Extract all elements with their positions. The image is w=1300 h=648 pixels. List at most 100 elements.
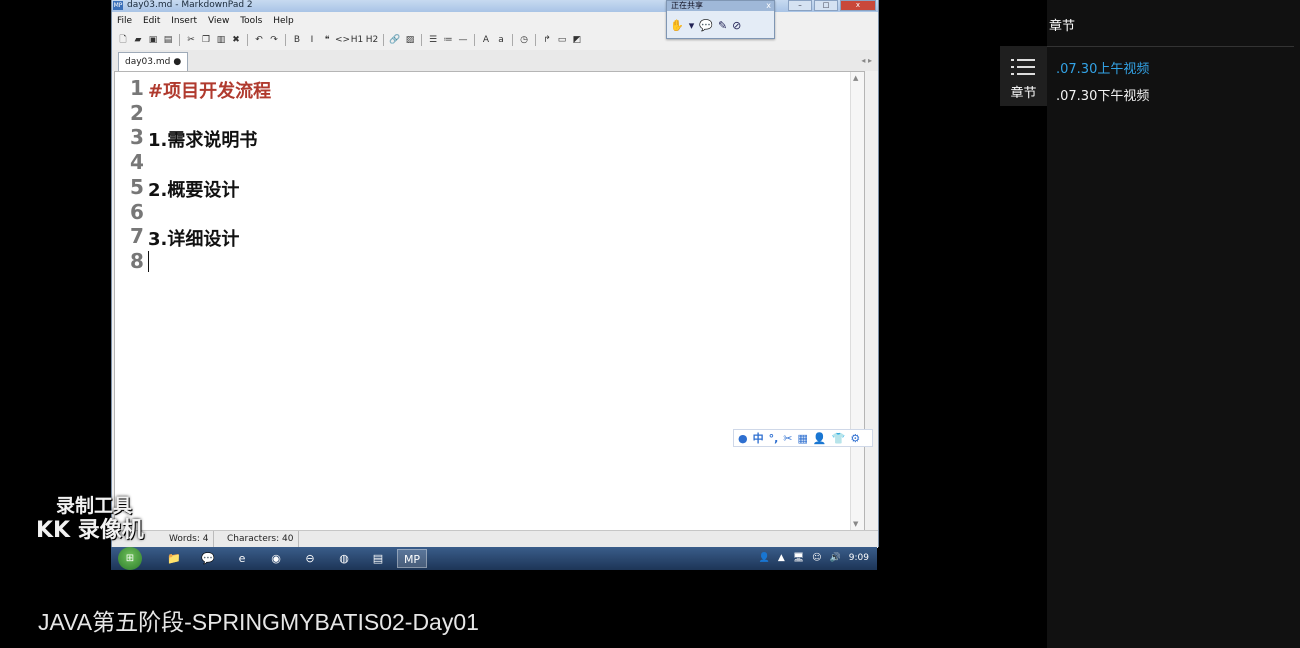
bullet-list-icon[interactable]: ☰	[426, 33, 440, 47]
bold-icon[interactable]: B	[290, 33, 304, 47]
toolbar-separator	[474, 34, 475, 46]
chapter-panel: 章节 .07.30上午视频 .07.30下午视频	[1047, 0, 1300, 648]
stop-sharing-icon[interactable]: ⊘	[732, 19, 741, 32]
taskbar-chrome-icon[interactable]: ◉	[261, 549, 291, 568]
menu-view[interactable]: View	[205, 13, 232, 29]
undo-icon[interactable]: ↶	[252, 33, 266, 47]
ime-skin-icon[interactable]: 👕	[832, 432, 846, 445]
tray-clock[interactable]: 9:09	[849, 547, 869, 570]
menu-help[interactable]: Help	[270, 13, 297, 29]
chapter-toggle-button[interactable]: 章节	[1000, 46, 1047, 106]
ime-logo-icon[interactable]: ●	[738, 432, 748, 445]
text-caret	[148, 251, 149, 272]
cut-icon[interactable]: ✂	[184, 33, 198, 47]
toolbar-separator	[285, 34, 286, 46]
annotate-icon[interactable]: ✎	[718, 19, 727, 32]
open-folder-icon[interactable]: ▰	[131, 33, 145, 47]
preview-icon[interactable]: ▭	[555, 33, 569, 47]
video-caption: JAVA第五阶段-SPRINGMYBATIS02-Day01	[38, 609, 479, 635]
italic-icon[interactable]: I	[305, 33, 319, 47]
tab-nav-icon[interactable]: ◂ ▸	[861, 56, 872, 65]
minimize-button[interactable]: –	[788, 0, 812, 11]
vertical-scrollbar[interactable]: ▲ ▼	[850, 72, 864, 530]
scroll-up-icon[interactable]: ▲	[853, 74, 858, 82]
tray-network-icon[interactable]: 🖥	[793, 547, 804, 570]
paste-icon[interactable]: ▥	[214, 33, 228, 47]
export-icon[interactable]: ↱	[540, 33, 554, 47]
browser-icon[interactable]: ◩	[570, 33, 584, 47]
editor-line[interactable]: 2.概要设计	[148, 176, 239, 202]
editor[interactable]: 12345678 #项目开发流程 1.需求说明书 2.概要设计 3.详细设计 ▲ ▼	[114, 71, 865, 531]
lowercase-icon[interactable]: a	[494, 33, 508, 47]
ime-user-icon[interactable]: 👤	[813, 432, 827, 445]
toolbar-separator	[179, 34, 180, 46]
dropdown-icon[interactable]: ▾	[689, 19, 695, 32]
delete-icon[interactable]: ✖	[229, 33, 243, 47]
copy-icon[interactable]: ❐	[199, 33, 213, 47]
redo-icon[interactable]: ↷	[267, 33, 281, 47]
scroll-down-icon[interactable]: ▼	[853, 520, 858, 528]
sharing-panel: 正在共享 x ✋ ▾ 💬 ✎ ⊘	[666, 0, 775, 39]
word-count: Words: 4	[164, 531, 215, 548]
toolbar: 🗋 ▰ ▣ ▤ ✂ ❐ ▥ ✖ ↶ ↷ B I ❝ <> H1 H2 🔗 ▨ ☰ ≔ — Aa ◷ ↱ ▭ ◩	[116, 31, 616, 49]
taskbar-chat-icon[interactable]: 💬	[193, 549, 223, 568]
tab-close-icon[interactable]: ●	[173, 57, 181, 67]
line-number: 1	[130, 76, 144, 100]
chapter-item[interactable]: .07.30下午视频	[1056, 85, 1149, 104]
taskbar-markdownpad-icon[interactable]: MP	[397, 549, 427, 568]
menu-insert[interactable]: Insert	[168, 13, 200, 29]
taskbar-browser-icon[interactable]: ◍	[329, 549, 359, 568]
timestamp-icon[interactable]: ◷	[517, 33, 531, 47]
tray-expand-icon[interactable]: ▲	[778, 547, 785, 570]
watermark-line1: 录制工具	[56, 495, 133, 517]
uppercase-icon[interactable]: A	[479, 33, 493, 47]
heading2-icon[interactable]: H2	[365, 33, 379, 47]
quote-icon[interactable]: ❝	[320, 33, 334, 47]
editor-line[interactable]: 1.需求说明书	[148, 126, 257, 152]
video-player[interactable]: MP day03.md - MarkdownPad 2 – □ x File E…	[0, 0, 1047, 648]
hand-icon[interactable]: ✋	[670, 19, 684, 32]
list-icon	[1011, 59, 1035, 75]
save-icon[interactable]: ▣	[146, 33, 160, 47]
ime-chinese-mode[interactable]: 中	[753, 430, 764, 446]
character-count: Characters: 40	[222, 531, 300, 548]
sharing-close-icon[interactable]: x	[766, 1, 771, 11]
new-file-icon[interactable]: 🗋	[116, 33, 130, 47]
line-number: 2	[130, 100, 144, 125]
numbered-list-icon[interactable]: ≔	[441, 33, 455, 47]
line-number: 6	[130, 199, 144, 224]
menu-edit[interactable]: Edit	[140, 13, 163, 29]
save-all-icon[interactable]: ▤	[161, 33, 175, 47]
taskbar-ie-icon[interactable]: e	[227, 549, 257, 568]
image-icon[interactable]: ▨	[403, 33, 417, 47]
line-number: 3	[130, 125, 144, 150]
tab-day03[interactable]: day03.md ●	[118, 52, 189, 71]
line-number: 7	[130, 224, 144, 249]
menu-file[interactable]: File	[114, 13, 135, 29]
tray-volume-icon[interactable]: 🔊	[830, 547, 841, 570]
chapter-item[interactable]: .07.30上午视频	[1056, 58, 1149, 77]
close-button[interactable]: x	[840, 0, 876, 11]
toolbar-separator	[535, 34, 536, 46]
horizontal-rule-icon[interactable]: —	[456, 33, 470, 47]
tray-user-icon[interactable]: 👤	[759, 547, 770, 570]
taskbar-media-icon[interactable]: ⊖	[295, 549, 325, 568]
start-button[interactable]: ⊞	[118, 547, 142, 570]
editor-line[interactable]: 3.详细设计	[148, 225, 239, 251]
link-icon[interactable]: 🔗	[388, 33, 402, 47]
ime-settings-icon[interactable]: ⚙	[850, 432, 860, 445]
maximize-button[interactable]: □	[814, 0, 838, 11]
heading1-icon[interactable]: H1	[350, 33, 364, 47]
tray-app-icon[interactable]: ☺	[812, 547, 821, 570]
chat-icon[interactable]: 💬	[699, 19, 713, 32]
code-icon[interactable]: <>	[335, 33, 350, 47]
ime-keyboard-icon[interactable]: ▦	[798, 432, 808, 445]
menu-tools[interactable]: Tools	[237, 13, 265, 29]
system-tray: 👤 ▲ 🖥 ☺ 🔊 9:09	[759, 547, 869, 570]
taskbar-explorer-icon[interactable]: 📁	[159, 549, 189, 568]
ime-scissors-icon[interactable]: ✂	[783, 432, 792, 445]
taskbar-folder-icon[interactable]: ▤	[363, 549, 393, 568]
ime-punctuation-icon[interactable]: °,	[769, 432, 779, 445]
app-icon: MP	[113, 1, 123, 10]
editor-line[interactable]: #项目开发流程	[148, 77, 271, 103]
